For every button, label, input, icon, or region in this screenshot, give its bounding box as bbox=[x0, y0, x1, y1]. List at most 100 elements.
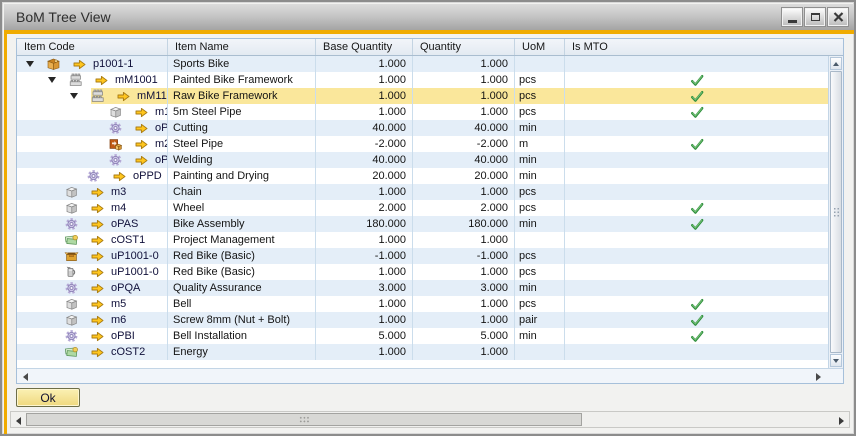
item-code: mM1001 bbox=[115, 74, 158, 86]
is-mto-cell bbox=[565, 248, 828, 264]
link-arrow-icon[interactable] bbox=[91, 234, 104, 247]
link-arrow-icon[interactable] bbox=[91, 186, 104, 199]
table-horizontal-scrollbar[interactable] bbox=[17, 368, 843, 383]
item-code: oPCU bbox=[155, 122, 168, 134]
expander-icon bbox=[48, 240, 64, 241]
package-gold-icon bbox=[46, 57, 61, 71]
expander-icon[interactable] bbox=[26, 61, 34, 67]
scroll-up-button[interactable] bbox=[830, 57, 842, 70]
table-row[interactable]: m3 Chain 1.000 1.000 pcs bbox=[17, 184, 828, 200]
title-bar[interactable]: BoM Tree View bbox=[4, 4, 854, 30]
table-row[interactable]: uP1001-0 Red Bike (Basic) 1.000 1.000 pc… bbox=[17, 264, 828, 280]
item-code-cell: oPQA bbox=[17, 280, 168, 296]
item-name: Chain bbox=[168, 184, 316, 200]
item-code: m2 bbox=[155, 138, 168, 150]
uom: min bbox=[515, 280, 565, 296]
mto-check-icon bbox=[690, 106, 704, 119]
uom bbox=[515, 56, 565, 72]
link-arrow-icon[interactable] bbox=[73, 58, 86, 71]
quantity: 1.000 bbox=[413, 264, 515, 280]
is-mto-cell bbox=[565, 232, 828, 248]
link-arrow-icon[interactable] bbox=[91, 250, 104, 263]
expander-icon[interactable] bbox=[70, 93, 78, 99]
ok-button[interactable]: Ok bbox=[16, 388, 80, 407]
table-row[interactable]: m4 Wheel 2.000 2.000 pcs bbox=[17, 200, 828, 216]
close-icon bbox=[833, 12, 844, 22]
scroll-left-icon[interactable] bbox=[16, 417, 21, 425]
quantity: 1.000 bbox=[413, 104, 515, 120]
expander-icon bbox=[48, 352, 64, 353]
item-code: m5 bbox=[111, 298, 126, 310]
quantity: 2.000 bbox=[413, 200, 515, 216]
gear-icon bbox=[108, 121, 123, 135]
accent-line bbox=[4, 30, 856, 34]
expander-icon bbox=[92, 112, 108, 113]
base-quantity: 1.000 bbox=[316, 184, 413, 200]
accent-left-edge bbox=[4, 34, 7, 434]
table-row[interactable]: mM1101 Raw Bike Framework 1.000 1.000 pc… bbox=[17, 88, 828, 104]
link-arrow-icon[interactable] bbox=[113, 170, 126, 183]
item-name: Red Bike (Basic) bbox=[168, 248, 316, 264]
expander-icon bbox=[48, 304, 64, 305]
expander-icon[interactable] bbox=[48, 77, 56, 83]
link-arrow-icon[interactable] bbox=[91, 330, 104, 343]
maximize-button[interactable] bbox=[805, 8, 825, 26]
item-code-cell: oPWE bbox=[17, 152, 168, 168]
table-row[interactable]: cOST2 Energy 1.000 1.000 bbox=[17, 344, 828, 360]
uom: min bbox=[515, 152, 565, 168]
link-arrow-icon[interactable] bbox=[91, 266, 104, 279]
gear-icon bbox=[108, 153, 123, 167]
table-row[interactable]: p1001-1 Sports Bike 1.000 1.000 bbox=[17, 56, 828, 72]
link-arrow-icon[interactable] bbox=[95, 74, 108, 87]
table-row[interactable]: mM1001 Painted Bike Framework 1.000 1.00… bbox=[17, 72, 828, 88]
column-header-base-quantity: Base Quantity bbox=[316, 39, 413, 55]
item-code: m6 bbox=[111, 314, 126, 326]
scroll-left-icon[interactable] bbox=[23, 373, 28, 381]
item-code-cell: mM1101 bbox=[17, 88, 168, 104]
link-arrow-icon[interactable] bbox=[91, 202, 104, 215]
link-arrow-icon[interactable] bbox=[117, 90, 130, 103]
table-row[interactable]: oPBI Bell Installation 5.000 5.000 min bbox=[17, 328, 828, 344]
table-row[interactable]: m2 Steel Pipe -2.000 -2.000 m bbox=[17, 136, 828, 152]
item-name: Raw Bike Framework bbox=[168, 88, 316, 104]
link-arrow-icon[interactable] bbox=[135, 122, 148, 135]
link-arrow-icon[interactable] bbox=[91, 298, 104, 311]
link-arrow-icon[interactable] bbox=[91, 346, 104, 359]
table-row[interactable]: m6 Screw 8mm (Nut + Bolt) 1.000 1.000 pa… bbox=[17, 312, 828, 328]
scroll-right-icon[interactable] bbox=[816, 373, 821, 381]
table-row[interactable]: oPAS Bike Assembly 180.000 180.000 min bbox=[17, 216, 828, 232]
minimize-button[interactable] bbox=[782, 8, 802, 26]
is-mto-cell bbox=[565, 280, 828, 296]
table-row[interactable]: cOST1 Project Management 1.000 1.000 bbox=[17, 232, 828, 248]
table-row[interactable]: uP1001-0 Red Bike (Basic) -1.000 -1.000 … bbox=[17, 248, 828, 264]
table-row[interactable]: oPPD Painting and Drying 20.000 20.000 m… bbox=[17, 168, 828, 184]
expander-icon bbox=[48, 288, 64, 289]
table-row[interactable]: oPCU Cutting 40.000 40.000 min bbox=[17, 120, 828, 136]
uom bbox=[515, 232, 565, 248]
link-arrow-icon[interactable] bbox=[91, 314, 104, 327]
item-code: oPBI bbox=[111, 330, 135, 342]
item-code: oPAS bbox=[111, 218, 138, 230]
base-quantity: 5.000 bbox=[316, 328, 413, 344]
table-row[interactable]: m1 5m Steel Pipe 1.000 1.000 pcs bbox=[17, 104, 828, 120]
scroll-right-icon[interactable] bbox=[839, 417, 844, 425]
link-arrow-icon[interactable] bbox=[91, 282, 104, 295]
link-arrow-icon[interactable] bbox=[135, 138, 148, 151]
bom-table: Item Code Item Name Base Quantity Quanti… bbox=[16, 38, 844, 384]
horizontal-scrollbar-thumb[interactable] bbox=[26, 413, 582, 426]
table-row[interactable]: oPQA Quality Assurance 3.000 3.000 min bbox=[17, 280, 828, 296]
close-button[interactable] bbox=[828, 8, 848, 26]
scroll-down-button[interactable] bbox=[830, 354, 842, 367]
link-arrow-icon[interactable] bbox=[135, 154, 148, 167]
uom: pcs bbox=[515, 88, 565, 104]
item-code: oPPD bbox=[133, 170, 162, 182]
table-row[interactable]: oPWE Welding 40.000 40.000 min bbox=[17, 152, 828, 168]
link-arrow-icon[interactable] bbox=[135, 106, 148, 119]
item-name: Welding bbox=[168, 152, 316, 168]
vertical-scrollbar-thumb[interactable] bbox=[830, 71, 842, 353]
table-row[interactable]: m5 Bell 1.000 1.000 pcs bbox=[17, 296, 828, 312]
window-horizontal-scrollbar[interactable] bbox=[10, 411, 850, 428]
link-arrow-icon[interactable] bbox=[91, 218, 104, 231]
table-vertical-scrollbar[interactable] bbox=[828, 56, 843, 368]
base-quantity: 180.000 bbox=[316, 216, 413, 232]
